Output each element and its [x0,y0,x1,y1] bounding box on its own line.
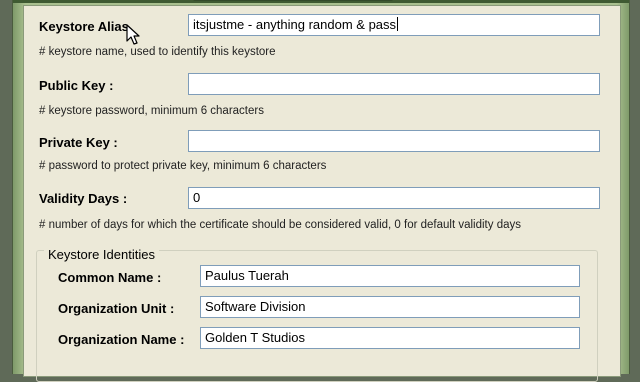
private-key-label: Private Key : [39,135,118,150]
keystore-alias-note: # keystore name, used to identify this k… [39,46,276,58]
common-name-input[interactable]: Paulus Tuerah [200,265,580,287]
private-key-input[interactable] [188,130,600,152]
public-key-label: Public Key : [39,78,114,93]
private-key-note: # password to protect private key, minim… [39,160,327,172]
validity-days-note: # number of days for which the certifica… [39,219,521,231]
title-bar-text-remnant [193,0,393,1]
public-key-input[interactable] [188,73,600,95]
organization-unit-label: Organization Unit : [58,301,175,316]
organization-name-label: Organization Name : [58,332,185,347]
mouse-pointer-icon [126,24,140,45]
keystore-identities-title: Keystore Identities [44,247,159,262]
common-name-label: Common Name : [58,270,162,285]
keystore-alias-value: itsjustme - anything random & pass [193,17,397,32]
title-bar [13,0,629,3]
organization-unit-input[interactable]: Software Division [200,296,580,318]
keystore-alias-input[interactable]: itsjustme - anything random & pass [188,14,600,36]
public-key-note: # keystore password, minimum 6 character… [39,105,264,117]
organization-name-input[interactable]: Golden T Studios [200,327,580,349]
validity-days-input[interactable]: 0 [188,187,600,209]
validity-days-label: Validity Days : [39,191,128,206]
text-caret [397,17,399,31]
keystore-alias-label: Keystore Alias [39,19,129,34]
